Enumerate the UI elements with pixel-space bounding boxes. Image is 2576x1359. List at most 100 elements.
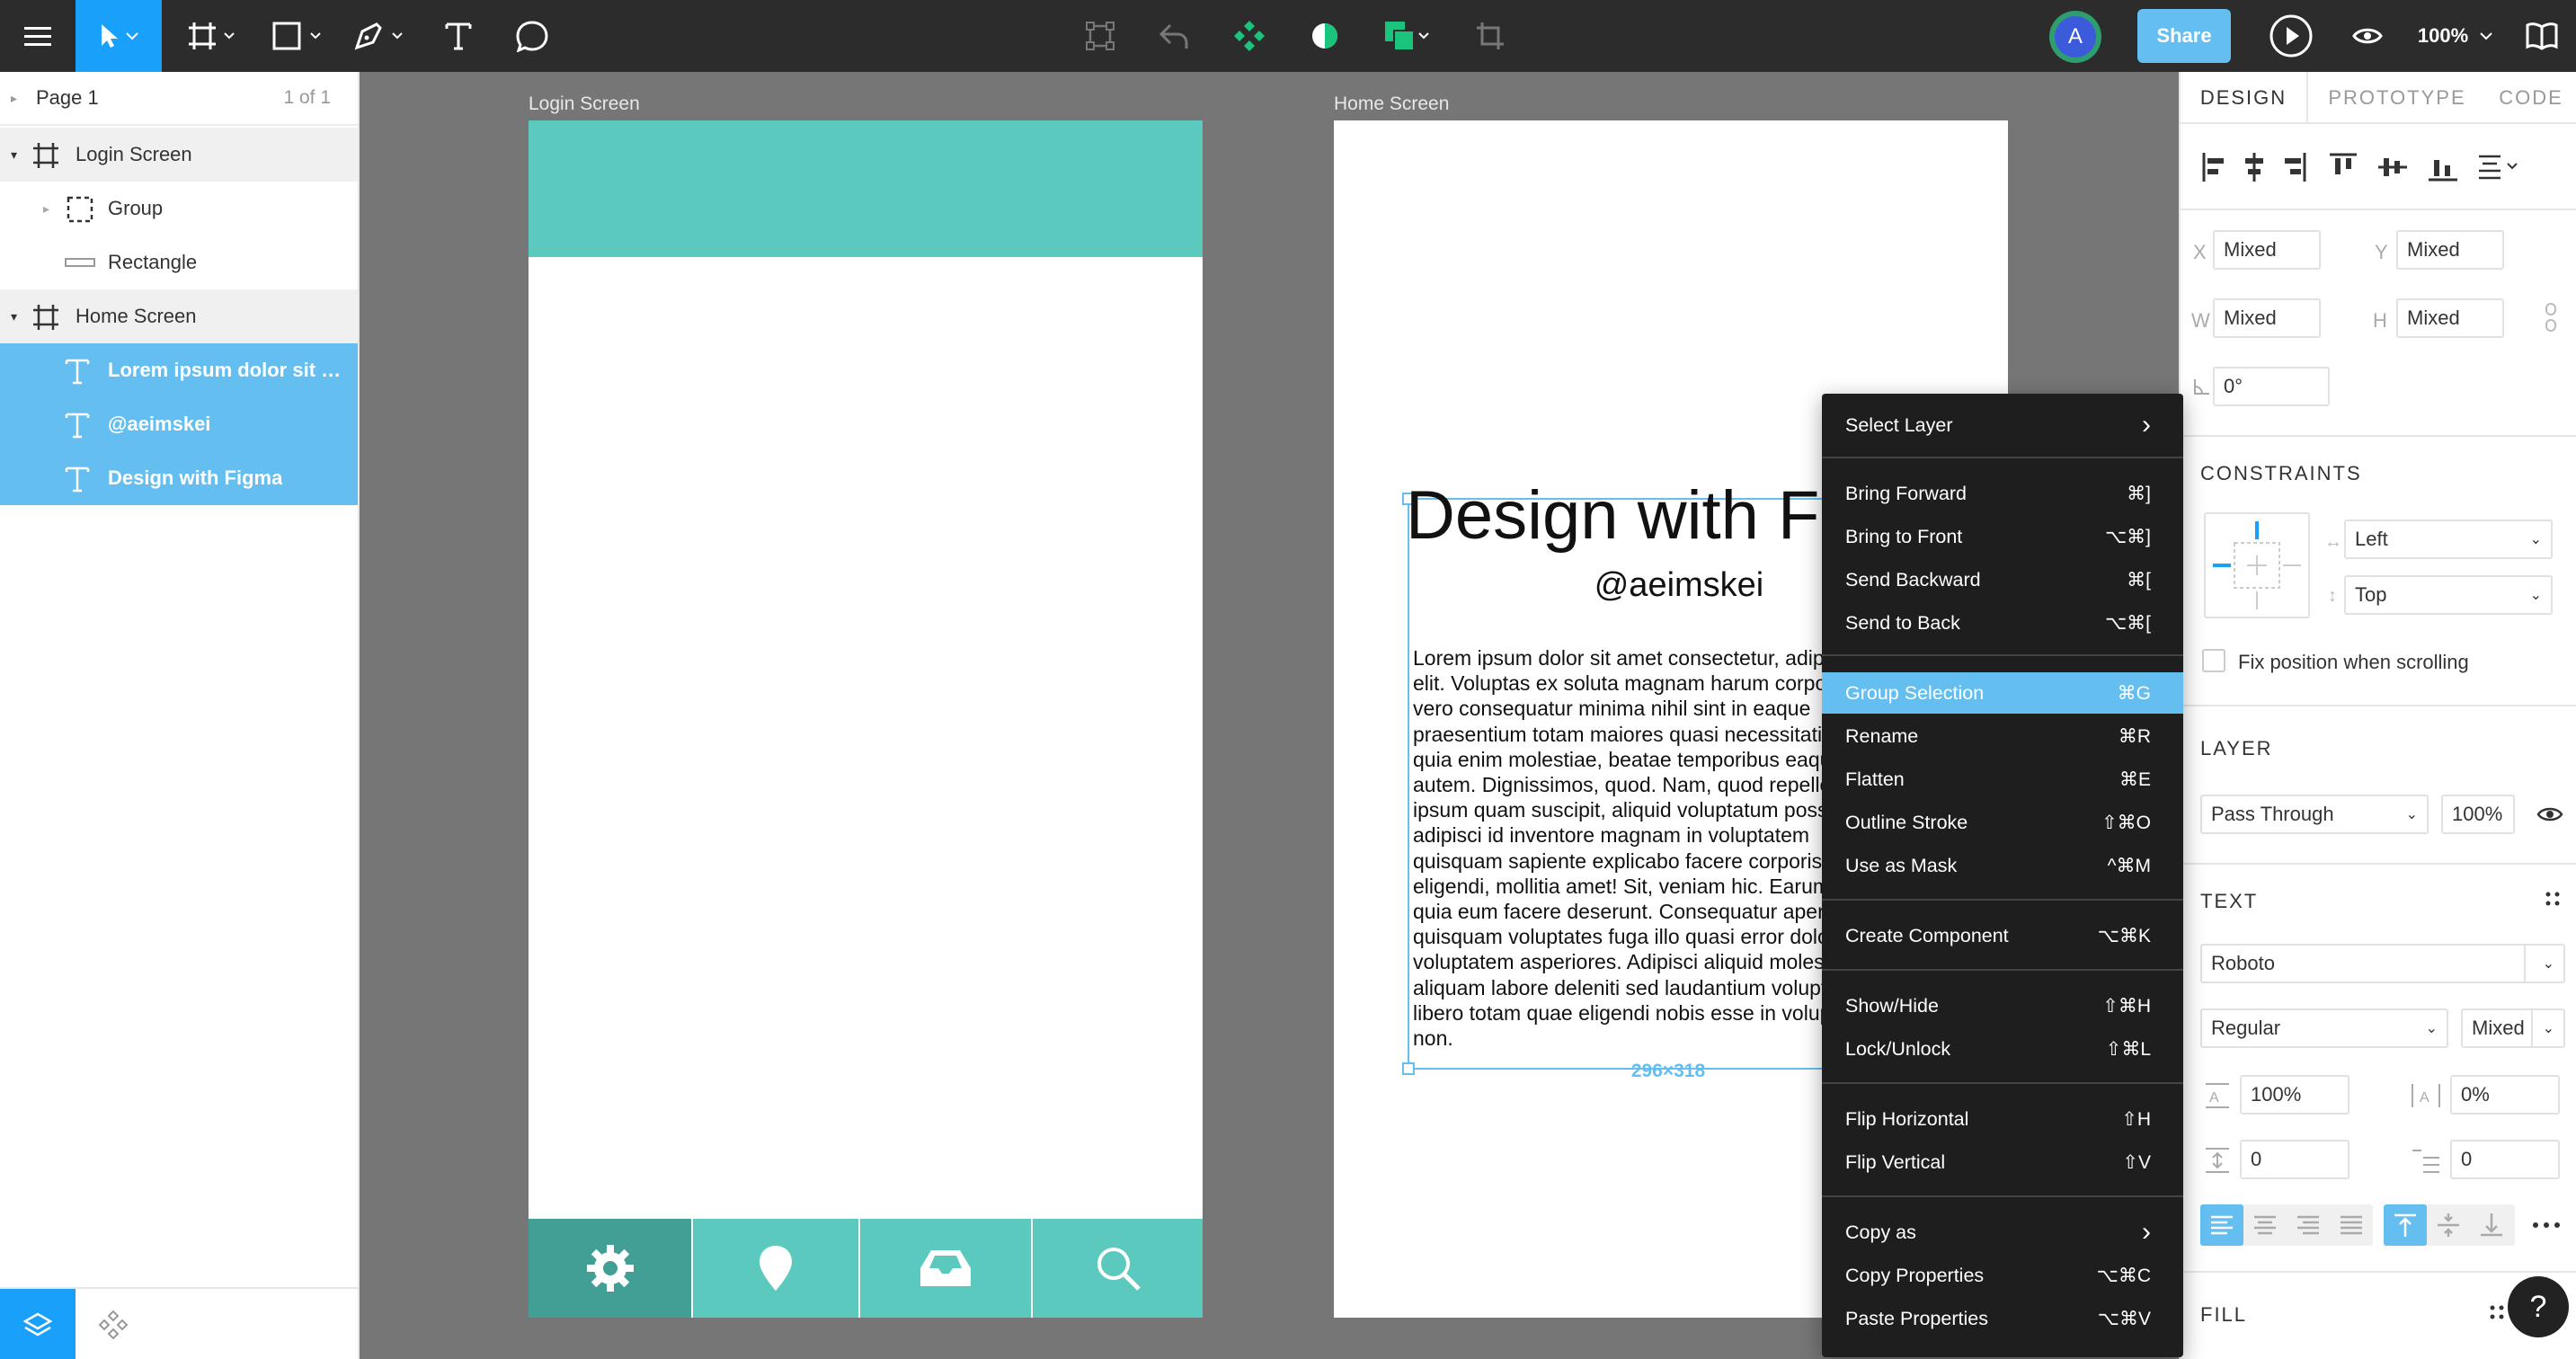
share-button[interactable]: Share	[2137, 9, 2231, 63]
boolean-icon[interactable]	[1375, 0, 1438, 72]
search-icon[interactable]	[1033, 1219, 1203, 1318]
paragraph-indent-input[interactable]: 0	[2450, 1140, 2560, 1179]
menu-item-create-component[interactable]: Create Component ⌥⌘K	[1822, 915, 2183, 956]
page-selector[interactable]: ▸ Page 1 1 of 1	[0, 72, 358, 126]
menu-item-send-backward[interactable]: Send Backward ⌘[	[1822, 559, 2183, 600]
home-frame-title[interactable]: Home Screen	[1334, 93, 1449, 115]
align-bottom-icon[interactable]	[2470, 1204, 2513, 1246]
align-right-icon[interactable]	[2287, 1204, 2330, 1246]
rotation-input[interactable]: 0°	[2213, 367, 2330, 406]
opacity-input[interactable]: 100%	[2441, 795, 2515, 834]
y-input[interactable]: Mixed	[2396, 230, 2504, 270]
pen-tool-icon[interactable]	[349, 0, 413, 72]
constraint-vertical-select[interactable]: Top ⌄	[2344, 575, 2553, 615]
component-icon[interactable]	[1226, 0, 1273, 72]
shape-tool-icon[interactable]	[266, 0, 331, 72]
tab-prototype[interactable]: PROTOTYPE	[2308, 72, 2486, 124]
layers-tab-icon[interactable]	[0, 1289, 76, 1359]
login-frame-title[interactable]: Login Screen	[529, 93, 640, 115]
font-family-select[interactable]: Roboto ⌄	[2200, 944, 2565, 983]
font-weight-value: Regular	[2211, 1017, 2281, 1039]
help-button[interactable]: ?	[2508, 1276, 2569, 1337]
width-input[interactable]: Mixed	[2213, 298, 2321, 338]
fix-position-checkbox[interactable]	[2202, 649, 2225, 672]
fill-styles-icon[interactable]	[2488, 1303, 2506, 1321]
menu-separator	[1822, 969, 2183, 971]
paragraph-spacing-input[interactable]: 0	[2240, 1140, 2349, 1179]
align-left-icon[interactable]	[2200, 1204, 2243, 1246]
tab-code[interactable]: CODE	[2486, 72, 2576, 124]
chevron-down-icon[interactable]: ▾	[11, 147, 17, 163]
menu-item-flatten[interactable]: Flatten ⌘E	[1822, 759, 2183, 800]
mask-icon[interactable]	[1301, 0, 1348, 72]
login-screen-frame[interactable]	[529, 120, 1203, 1318]
font-weight-select[interactable]: Regular ⌄	[2200, 1008, 2448, 1048]
comment-tool-icon[interactable]	[509, 0, 555, 72]
undo-icon[interactable]	[1150, 0, 1197, 72]
menu-icon[interactable]	[0, 0, 76, 72]
height-input[interactable]: Mixed	[2396, 298, 2504, 338]
present-icon[interactable]	[2265, 0, 2317, 72]
blend-mode-select[interactable]: Pass Through ⌄	[2200, 795, 2429, 834]
layer-rectangle[interactable]: Rectangle	[0, 235, 358, 289]
text-tool-icon[interactable]	[437, 0, 480, 72]
font-size-select[interactable]: Mixed ⌄	[2461, 1008, 2565, 1048]
line-height-input[interactable]: 100%	[2240, 1075, 2349, 1115]
align-center-icon[interactable]	[2243, 1204, 2287, 1246]
more-options-icon[interactable]	[2531, 1221, 2562, 1230]
menu-item-flip-vertical[interactable]: Flip Vertical ⇧V	[1822, 1141, 2183, 1183]
menu-item-label: Rename	[1845, 724, 1919, 747]
chevron-down-icon[interactable]: ▾	[11, 309, 17, 324]
layer-login-screen[interactable]: ▾ Login Screen	[0, 128, 358, 182]
align-middle-icon[interactable]	[2427, 1204, 2470, 1246]
view-icon[interactable]	[2344, 0, 2391, 72]
crop-icon[interactable]	[1467, 0, 1514, 72]
text-styles-icon[interactable]	[2544, 890, 2562, 908]
resize-handle[interactable]	[1402, 1062, 1415, 1075]
header-rectangle[interactable]	[529, 120, 1203, 257]
constraint-horizontal-select[interactable]: Left ⌄	[2344, 520, 2553, 559]
x-input[interactable]: Mixed	[2213, 230, 2321, 270]
constrain-proportions-icon[interactable]	[2544, 302, 2558, 333]
menu-item-send-to-back[interactable]: Send to Back ⌥⌘[	[1822, 602, 2183, 644]
menu-item-outline-stroke[interactable]: Outline Stroke ⇧⌘O	[1822, 802, 2183, 843]
transform-icon[interactable]	[1077, 0, 1124, 72]
menu-item-group-selection[interactable]: Group Selection ⌘G	[1822, 672, 2183, 714]
menu-item-lock-unlock[interactable]: Lock/Unlock ⇧⌘L	[1822, 1028, 2183, 1070]
constraint-widget[interactable]	[2204, 512, 2310, 618]
menu-item-copy-properties[interactable]: Copy Properties ⌥⌘C	[1822, 1255, 2183, 1296]
layer-lorem-text[interactable]: Lorem ipsum dolor sit am...	[0, 343, 358, 397]
visibility-icon[interactable]	[2536, 805, 2563, 823]
layer-group[interactable]: ▸ Group	[0, 182, 358, 235]
inbox-icon[interactable]	[860, 1219, 1031, 1318]
tab-bar[interactable]	[529, 1219, 1203, 1318]
gear-icon[interactable]	[529, 1219, 691, 1318]
layer-label: Group	[108, 197, 164, 219]
zoom-dropdown[interactable]: 100%	[2412, 0, 2502, 72]
menu-item-bring-forward[interactable]: Bring Forward ⌘]	[1822, 473, 2183, 514]
menu-item-paste-properties[interactable]: Paste Properties ⌥⌘V	[1822, 1298, 2183, 1339]
letter-spacing-input[interactable]: 0%	[2450, 1075, 2560, 1115]
menu-item-bring-to-front[interactable]: Bring to Front ⌥⌘]	[1822, 516, 2183, 557]
menu-item-label: Copy Properties	[1845, 1264, 1985, 1286]
alignment-icons[interactable]	[2191, 146, 2569, 189]
menu-item-copy-as[interactable]: Copy as ›	[1822, 1212, 2183, 1253]
tab-design[interactable]: DESIGN	[2181, 72, 2308, 124]
menu-item-select-layer[interactable]: Select Layer ›	[1822, 404, 2183, 446]
layer-handle-text[interactable]: @aeimskei	[0, 397, 358, 451]
layer-heading-text[interactable]: Design with Figma	[0, 451, 358, 505]
menu-item-use-as-mask[interactable]: Use as Mask ^⌘M	[1822, 845, 2183, 886]
menu-item-rename[interactable]: Rename ⌘R	[1822, 715, 2183, 757]
frame-tool-icon[interactable]	[176, 0, 248, 72]
align-top-icon[interactable]	[2384, 1204, 2427, 1246]
avatar[interactable]: A	[2049, 11, 2101, 63]
justify-icon[interactable]	[2330, 1204, 2373, 1246]
chevron-right-icon[interactable]: ▸	[43, 201, 49, 217]
layer-home-screen[interactable]: ▾ Home Screen	[0, 289, 358, 343]
move-tool-button[interactable]	[76, 0, 162, 72]
library-icon[interactable]	[2517, 0, 2567, 72]
location-pin-icon[interactable]	[693, 1219, 858, 1318]
menu-item-show-hide[interactable]: Show/Hide ⇧⌘H	[1822, 985, 2183, 1026]
menu-item-flip-horizontal[interactable]: Flip Horizontal ⇧H	[1822, 1098, 2183, 1140]
components-tab-icon[interactable]	[76, 1289, 151, 1359]
